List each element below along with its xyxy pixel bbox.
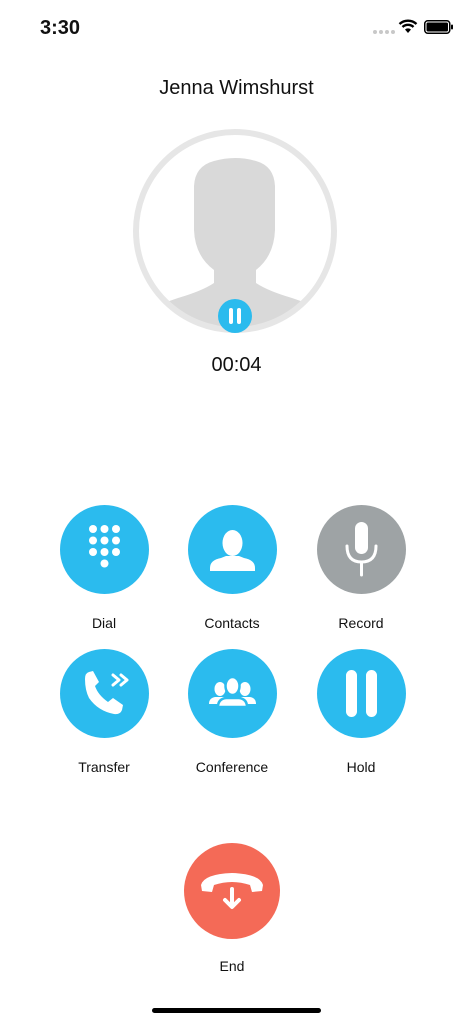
hold-indicator-badge [218, 299, 252, 333]
pause-icon [346, 670, 377, 717]
wifi-icon [398, 19, 418, 33]
microphone-icon [345, 522, 378, 577]
end-call-button[interactable] [184, 843, 280, 939]
battery-icon [424, 20, 453, 34]
conference-button[interactable] [188, 649, 277, 738]
transfer-label: Transfer [78, 759, 130, 775]
status-time: 3:30 [40, 17, 81, 39]
transfer-button[interactable] [60, 649, 149, 738]
call-timer: 00:04 [211, 354, 262, 376]
dial-label: Dial [91, 615, 117, 631]
hold-button[interactable] [317, 649, 406, 738]
dial-button[interactable] [60, 505, 149, 594]
keypad-icon [89, 525, 120, 568]
contacts-label: Contacts [204, 615, 260, 631]
group-icon [209, 675, 256, 709]
record-button[interactable] [317, 505, 406, 594]
record-label: Record [338, 615, 384, 631]
status-bar: 3:30 [0, 0, 473, 56]
caller-name: Jenna Wimshurst [159, 77, 314, 99]
dial-action: Dial [44, 505, 164, 645]
end-call-label: End [219, 958, 245, 974]
pause-icon [229, 308, 241, 324]
hold-action: Hold [301, 649, 421, 789]
avatar [132, 128, 338, 334]
contacts-button[interactable] [188, 505, 277, 594]
person-icon [210, 530, 255, 571]
contacts-action: Contacts [172, 505, 292, 645]
phone-forward-icon [85, 671, 129, 715]
conference-label: Conference [195, 759, 269, 775]
hang-up-icon [201, 873, 263, 909]
conference-action: Conference [172, 649, 292, 789]
signal-icon [373, 30, 395, 34]
hold-label: Hold [346, 759, 376, 775]
home-indicator[interactable] [152, 1008, 321, 1013]
transfer-action: Transfer [44, 649, 164, 789]
record-action: Record [301, 505, 421, 645]
